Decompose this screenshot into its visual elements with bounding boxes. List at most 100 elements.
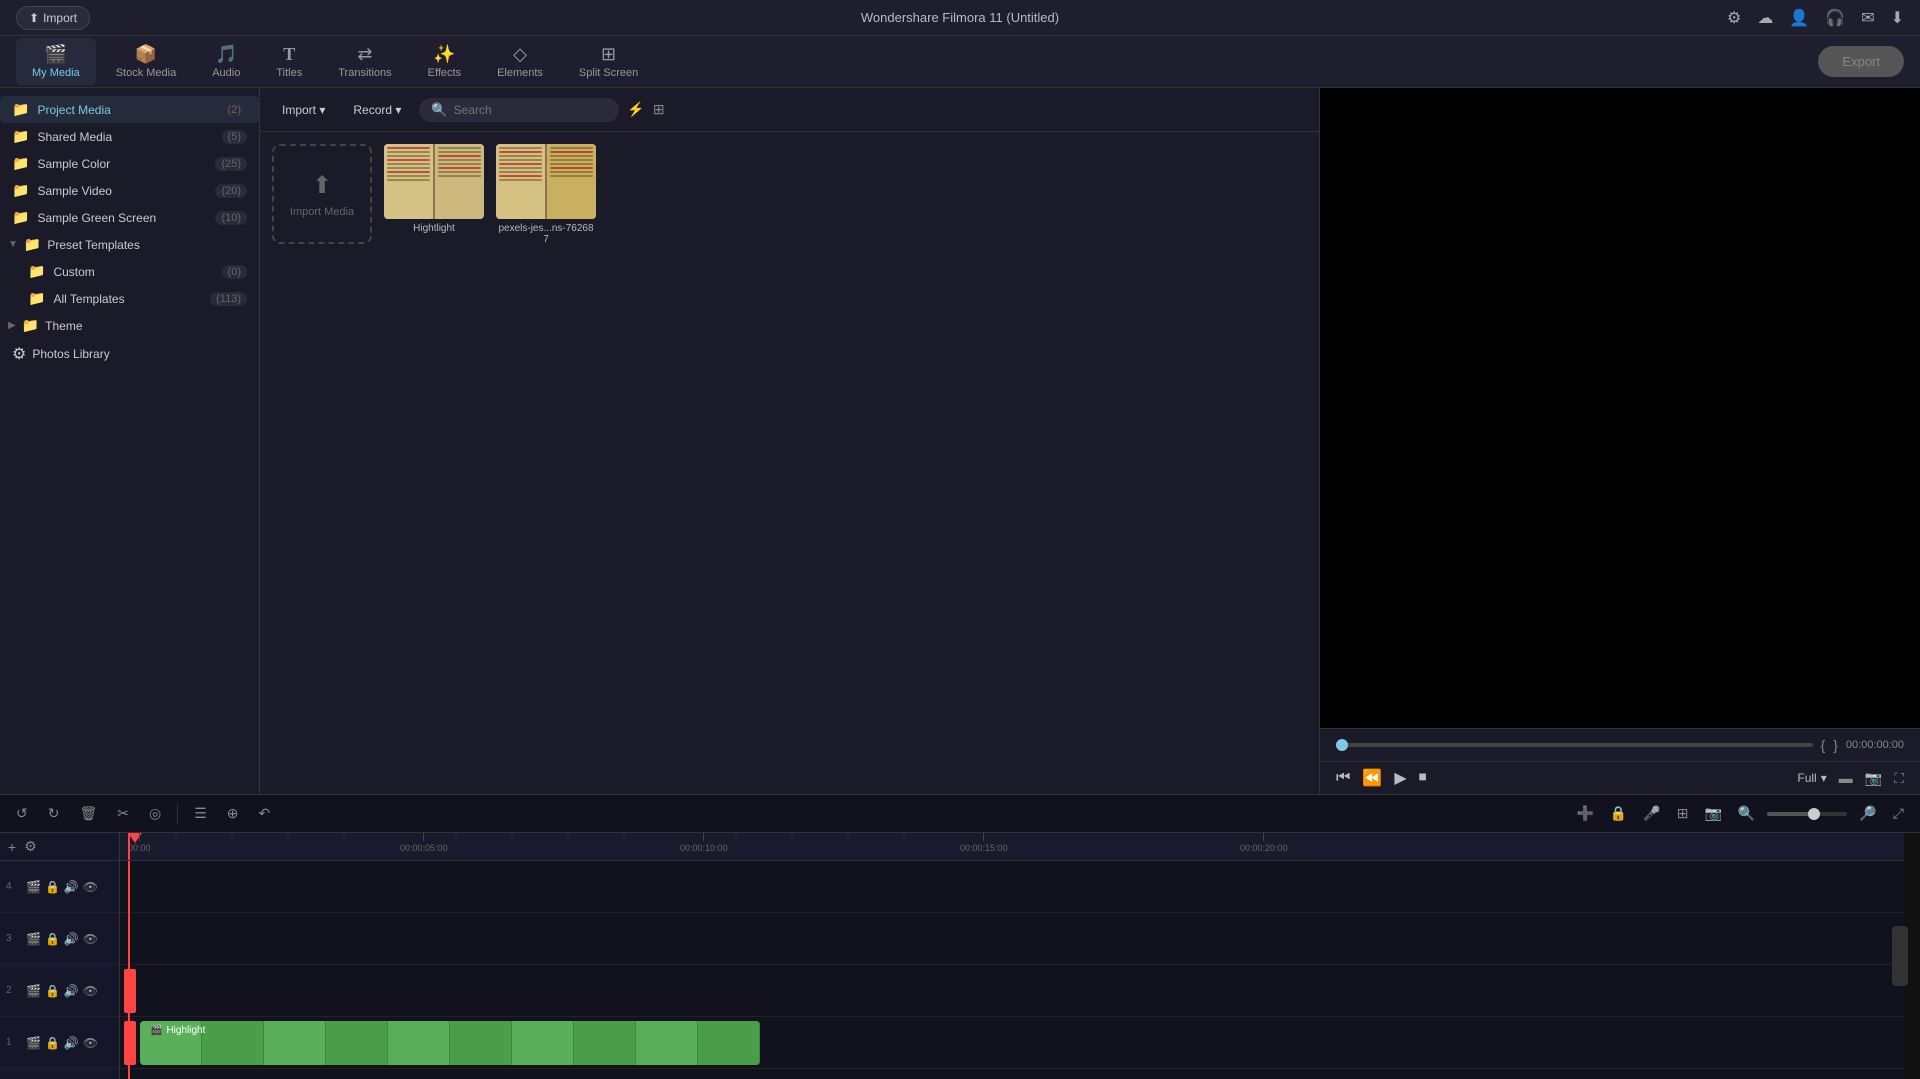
- download-icon[interactable]: ⬇: [1891, 8, 1904, 28]
- track-1-lock-icon[interactable]: 🔒: [45, 1036, 60, 1050]
- folder-icon-4: 📁: [12, 182, 29, 199]
- tab-split-screen[interactable]: ⊞ Split Screen: [563, 38, 654, 85]
- import-media-card[interactable]: ⬆ Import Media: [272, 144, 372, 244]
- camera2-button[interactable]: 📷: [1700, 801, 1725, 826]
- magnet-button[interactable]: ⊕: [223, 801, 243, 826]
- settings-ruler-icon[interactable]: ⚙: [24, 838, 37, 855]
- sidebar-section-theme[interactable]: ▶ 📁 Theme: [0, 312, 259, 339]
- custom-count: (0): [222, 265, 247, 279]
- tab-stock-media[interactable]: 📦 Stock Media: [100, 38, 193, 85]
- track-4-lock-icon[interactable]: 🔒: [45, 880, 60, 894]
- track-1-audio-icon[interactable]: 🔊: [64, 1036, 79, 1050]
- track-1-video-icon[interactable]: 🎬: [26, 1036, 41, 1050]
- sidebar-section-preset-templates[interactable]: ▼ 📁 Preset Templates: [0, 231, 259, 258]
- track-3-audio-icon[interactable]: 🔊: [64, 932, 79, 946]
- zoom-in-button[interactable]: 🔎: [1855, 801, 1880, 826]
- effects-icon: ✨: [433, 44, 455, 65]
- zoom-slider[interactable]: [1767, 812, 1847, 816]
- in-point-bracket[interactable]: {: [1821, 737, 1826, 753]
- folder-icon-9: 📁: [22, 317, 39, 334]
- add-marker-icon[interactable]: +: [8, 839, 16, 855]
- top-bar: ⬆ Import Wondershare Filmora 11 (Untitle…: [0, 0, 1920, 36]
- track-lane-3[interactable]: [120, 913, 1920, 965]
- tab-transitions[interactable]: ⇄ Transitions: [322, 38, 407, 85]
- headphone-icon[interactable]: 🎧: [1825, 8, 1845, 28]
- frame-back-button[interactable]: ⏪: [1362, 768, 1382, 788]
- sidebar-item-sample-color[interactable]: 📁 Sample Color (25): [0, 150, 259, 177]
- export-button[interactable]: Export: [1818, 46, 1904, 77]
- tab-audio[interactable]: 🎵 Audio: [196, 38, 256, 85]
- left-panel: 📁 Project Media (2) 📁 Shared Media (5) 📁…: [0, 88, 260, 794]
- step-back-button[interactable]: ⏮: [1336, 769, 1350, 787]
- settings-icon[interactable]: ⚙: [1727, 8, 1741, 28]
- track-1-eye-icon[interactable]: 👁: [83, 1036, 98, 1050]
- redo-button[interactable]: ↻: [44, 801, 64, 826]
- track-lane-1[interactable]: 🎬 Highlight: [120, 1017, 1920, 1069]
- track-3-video-icon[interactable]: 🎬: [26, 932, 41, 946]
- fullscreen-icon[interactable]: ⛶: [1894, 770, 1904, 787]
- filter-icon[interactable]: ⚡: [627, 101, 644, 118]
- ruler-mark-10: 00:00:10:00: [680, 833, 728, 860]
- timeline-clip-hightlight[interactable]: 🎬 Highlight: [140, 1021, 760, 1065]
- track-lane-4[interactable]: [120, 861, 1920, 913]
- undo-button[interactable]: ↺: [12, 801, 32, 826]
- add-track-button[interactable]: ➕: [1572, 801, 1597, 826]
- play-button[interactable]: ▶: [1394, 768, 1406, 788]
- sidebar-item-custom[interactable]: 📁 Custom (0): [0, 258, 259, 285]
- media-thumb-pexels[interactable]: pexels-jes...ns-762687: [496, 144, 596, 245]
- undo2-button[interactable]: ↶: [255, 801, 275, 826]
- tab-effects[interactable]: ✨ Effects: [412, 38, 477, 85]
- sidebar-item-all-templates[interactable]: 📁 All Templates (113): [0, 285, 259, 312]
- sample-video-count: (20): [215, 184, 247, 198]
- user-icon[interactable]: 👤: [1789, 8, 1809, 28]
- snapshot-icon[interactable]: 📷: [1865, 770, 1882, 787]
- track-2-audio-icon[interactable]: 🔊: [64, 984, 79, 998]
- stop-button[interactable]: ⏹: [1419, 769, 1427, 787]
- theme-label: Theme: [45, 319, 251, 333]
- track-2-video-icon[interactable]: 🎬: [26, 984, 41, 998]
- timeline-scrollbar-thumb[interactable]: [1892, 926, 1908, 986]
- tab-my-media[interactable]: 🎬 My Media: [16, 38, 96, 85]
- tab-titles[interactable]: T Titles: [260, 38, 318, 85]
- my-media-icon: 🎬: [45, 44, 67, 65]
- track-4-eye-icon[interactable]: 👁: [83, 880, 98, 894]
- track-3-eye-icon[interactable]: 👁: [83, 932, 98, 946]
- delete-button[interactable]: 🗑: [75, 801, 101, 826]
- lock-button[interactable]: 🔒: [1606, 801, 1631, 826]
- out-point-bracket[interactable]: }: [1833, 737, 1838, 753]
- top-import-button[interactable]: ⬆ Import: [16, 6, 90, 30]
- tab-elements[interactable]: ◇ Elements: [481, 38, 559, 85]
- cloud-icon[interactable]: ☁: [1757, 8, 1773, 28]
- sidebar-item-photos-library[interactable]: ⚙ Photos Library: [0, 339, 259, 369]
- record-button[interactable]: Record ▾: [343, 99, 411, 121]
- track-lane-2[interactable]: [120, 965, 1920, 1017]
- list-button[interactable]: ☰: [190, 801, 211, 826]
- grid-view-icon[interactable]: ⊞: [653, 101, 665, 118]
- settings2-button[interactable]: ⊞: [1673, 801, 1693, 826]
- track-3-lock-icon[interactable]: 🔒: [45, 932, 60, 946]
- stamp-button[interactable]: ◎: [145, 801, 165, 826]
- sidebar-item-project-media[interactable]: 📁 Project Media (2): [0, 96, 259, 123]
- tab-effects-label: Effects: [428, 67, 461, 79]
- search-input[interactable]: [454, 103, 608, 117]
- track-4-audio-icon[interactable]: 🔊: [64, 880, 79, 894]
- import-button[interactable]: Import ▾: [272, 99, 335, 121]
- track-4-video-icon[interactable]: 🎬: [26, 880, 41, 894]
- fit-button[interactable]: ⤢: [1889, 801, 1908, 826]
- track-2-lock-icon[interactable]: 🔒: [45, 984, 60, 998]
- preview-slider[interactable]: [1336, 743, 1813, 747]
- quality-selector[interactable]: Full ▾: [1797, 771, 1826, 785]
- subtitle-icon[interactable]: ▬: [1839, 770, 1853, 787]
- sample-color-label: Sample Color: [37, 157, 207, 171]
- zoom-out-button[interactable]: 🔍: [1734, 801, 1759, 826]
- track-2-eye-icon[interactable]: 👁: [83, 984, 98, 998]
- media-thumb-hightlight[interactable]: Hightlight: [384, 144, 484, 245]
- mail-icon[interactable]: ✉: [1861, 8, 1874, 28]
- preview-time: 00:00:00:00: [1846, 739, 1904, 751]
- track-2-playhead-box: [124, 969, 136, 1013]
- scissors-button[interactable]: ✂: [113, 801, 133, 826]
- sidebar-item-shared-media[interactable]: 📁 Shared Media (5): [0, 123, 259, 150]
- sidebar-item-sample-video[interactable]: 📁 Sample Video (20): [0, 177, 259, 204]
- mic-button[interactable]: 🎤: [1639, 801, 1664, 826]
- sidebar-item-sample-green[interactable]: 📁 Sample Green Screen (10): [0, 204, 259, 231]
